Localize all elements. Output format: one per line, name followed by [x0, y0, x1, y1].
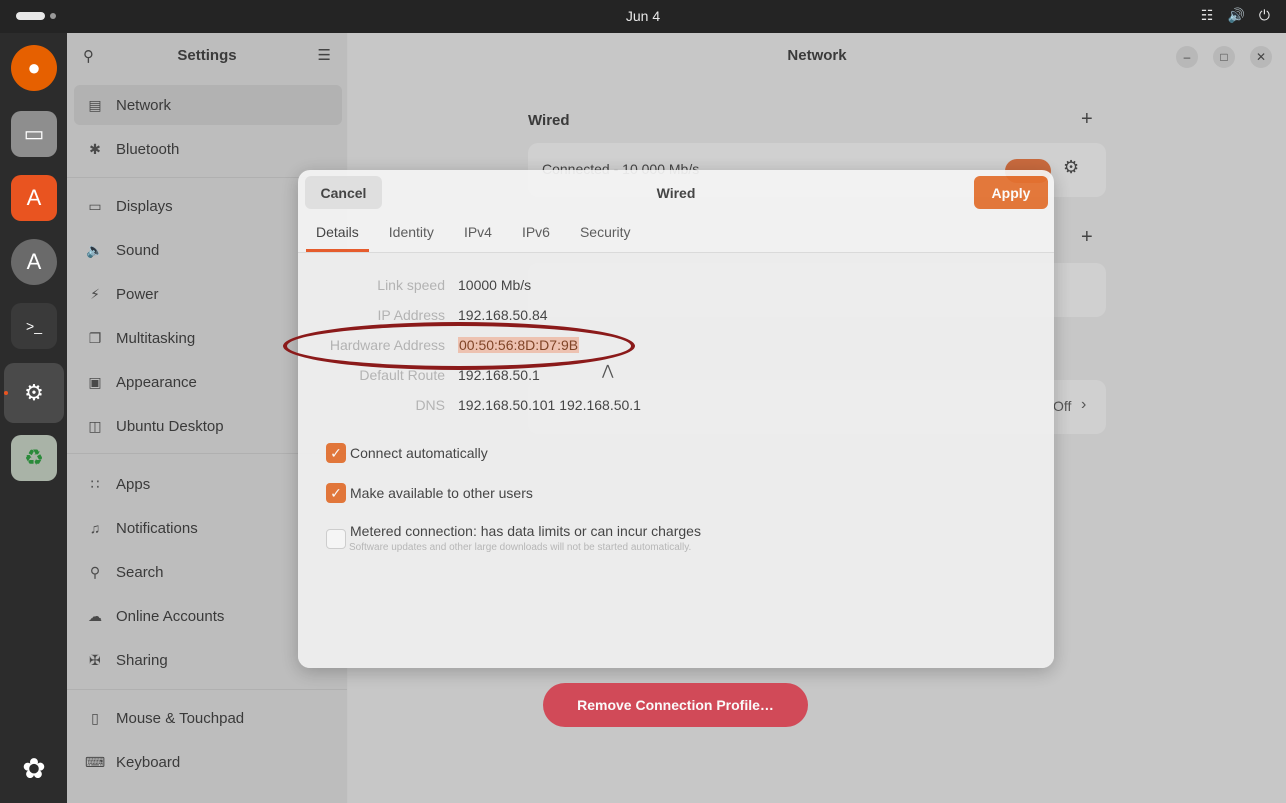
tab-details[interactable]: Details — [306, 222, 369, 252]
multitasking-icon: ❐ — [88, 329, 102, 346]
available-users-checkbox[interactable]: ✓ — [326, 483, 346, 503]
dns-label: DNS — [415, 397, 445, 413]
sidebar-item-network[interactable]: ▤ Network — [74, 85, 342, 125]
remove-connection-button[interactable]: Remove Connection Profile… — [543, 683, 808, 727]
divider — [67, 689, 347, 690]
sidebar-item-label: Search — [116, 563, 164, 581]
power-icon: ⚡ — [90, 285, 100, 302]
metered-row[interactable]: Metered connection: has data limits or c… — [326, 520, 701, 549]
app-center-icon[interactable]: A — [11, 175, 57, 221]
firefox-icon[interactable]: ● — [11, 45, 57, 91]
sidebar-item-label: Multitasking — [116, 329, 196, 347]
keyboard-icon: ⌨ — [84, 753, 106, 770]
running-indicator — [4, 391, 8, 395]
sidebar-item-label: Keyboard — [116, 753, 181, 771]
power-icon[interactable]: ⏻ — [1259, 7, 1270, 24]
link-speed-row: Link speed 10000 Mb/s — [298, 277, 1054, 299]
volume-icon[interactable]: 🔊 — [1227, 7, 1244, 24]
sidebar-item-label: Online Accounts — [116, 607, 225, 625]
bluetooth-icon: ✱ — [89, 140, 101, 157]
sound-icon: 🔈 — [86, 241, 104, 258]
sidebar-item-label: Sharing — [116, 651, 168, 669]
available-users-label: Make available to other users — [350, 485, 533, 501]
files-icon[interactable]: ▭ — [11, 111, 57, 157]
ip-address-label: IP Address — [377, 307, 445, 323]
search-icon: ⚲ — [89, 563, 101, 580]
settings-icon[interactable]: ⚙ — [4, 363, 64, 423]
chevron-right-icon: › — [1081, 396, 1087, 413]
minimize-button[interactable]: – — [1176, 46, 1198, 68]
sidebar-item-label: Ubuntu Desktop — [116, 417, 224, 435]
terminal-icon[interactable]: >_ — [11, 303, 57, 349]
apps-icon: ∷ — [90, 475, 100, 492]
sidebar-item-label: Displays — [116, 197, 173, 215]
link-speed-label: Link speed — [377, 277, 445, 293]
bell-icon: ♫ — [89, 520, 101, 536]
dns-value: 192.168.50.101 192.168.50.1 — [458, 397, 641, 413]
dialog-tabs: Details Identity IPv4 IPv6 Security — [306, 222, 651, 254]
maximize-button[interactable]: □ — [1213, 46, 1235, 68]
display-icon: ▭ — [88, 197, 102, 214]
clock[interactable]: Jun 4 — [0, 8, 1286, 24]
sidebar-item-bluetooth[interactable]: ✱ Bluetooth — [74, 129, 342, 169]
sidebar-item-label: Power — [116, 285, 159, 303]
sidebar-item-label: Notifications — [116, 519, 198, 537]
connect-automatically-row[interactable]: ✓ Connect automatically — [326, 442, 488, 464]
sidebar-item-label: Appearance — [116, 373, 197, 391]
ip-address-value: 192.168.50.84 — [458, 307, 548, 323]
close-button[interactable]: ✕ — [1250, 46, 1272, 68]
text-cursor-icon: ⋀ — [602, 362, 614, 378]
connect-automatically-label: Connect automatically — [350, 445, 488, 461]
apply-button[interactable]: Apply — [974, 176, 1048, 209]
menu-icon[interactable]: ☰ — [318, 46, 331, 64]
tab-security[interactable]: Security — [570, 222, 641, 252]
network-icon: ▤ — [88, 96, 102, 113]
sidebar-item-label: Sound — [116, 241, 160, 259]
default-route-row: Default Route 192.168.50.1 — [298, 367, 1054, 389]
trash-icon[interactable]: ♻ — [11, 435, 57, 481]
dock: ● ▭ A A >_ ⚙ ♻ ✿ — [0, 33, 67, 803]
desktop-icon: ◫ — [88, 417, 102, 434]
appearance-icon: ▣ — [88, 373, 102, 390]
tab-identity[interactable]: Identity — [379, 222, 444, 252]
wired-section-label: Wired — [528, 112, 570, 129]
sidebar-item-label: Bluetooth — [116, 140, 180, 158]
sidebar-item-mouse-touchpad[interactable]: ▯ Mouse & Touchpad — [74, 698, 342, 738]
top-bar: Jun 4 ☷ 🔊 ⏻ — [0, 0, 1286, 33]
sidebar-item-label: Mouse & Touchpad — [116, 709, 245, 727]
link-speed-value: 10000 Mb/s — [458, 277, 532, 293]
wired-dialog: Cancel Wired Apply Details Identity IPv4… — [298, 170, 1054, 727]
tab-ipv4[interactable]: IPv4 — [454, 222, 502, 252]
details-panel: Link speed 10000 Mb/s IP Address 192.168… — [298, 253, 1054, 727]
metered-label: Metered connection: has data limits or c… — [350, 523, 701, 539]
connect-automatically-checkbox[interactable]: ✓ — [326, 443, 346, 463]
mouse-icon: ▯ — [91, 709, 99, 726]
add-vpn-icon[interactable]: + — [1081, 226, 1093, 249]
sidebar-header: ⚲ Settings ☰ — [67, 33, 347, 79]
sidebar-item-label: Apps — [116, 475, 151, 493]
network-icon[interactable]: ☷ — [1201, 7, 1214, 24]
annotation-ellipse — [283, 322, 635, 370]
sidebar-item-keyboard[interactable]: ⌨ Keyboard — [74, 742, 342, 782]
page-title: Network — [787, 47, 847, 64]
tab-ipv6[interactable]: IPv6 — [512, 222, 560, 252]
available-users-row[interactable]: ✓ Make available to other users — [326, 482, 533, 504]
add-wired-icon[interactable]: + — [1081, 108, 1093, 131]
share-icon: ✠ — [89, 651, 101, 668]
sidebar-title: Settings — [177, 47, 237, 64]
system-tray[interactable]: ☷ 🔊 ⏻ — [1201, 7, 1270, 24]
proxy-status: Off — [1053, 398, 1072, 414]
dialog-title: Wired — [656, 185, 696, 201]
cloud-icon: ☁ — [88, 607, 102, 624]
software-updater-icon[interactable]: A — [11, 239, 57, 285]
metered-description: Software updates and other large downloa… — [349, 542, 692, 553]
sidebar-item-label: Network — [116, 96, 172, 114]
gear-icon[interactable]: ⚙ — [1063, 157, 1079, 178]
dns-row: DNS 192.168.50.101 192.168.50.1 — [298, 397, 1054, 419]
show-apps-icon[interactable]: ✿ — [11, 745, 57, 791]
metered-checkbox[interactable] — [326, 529, 346, 549]
